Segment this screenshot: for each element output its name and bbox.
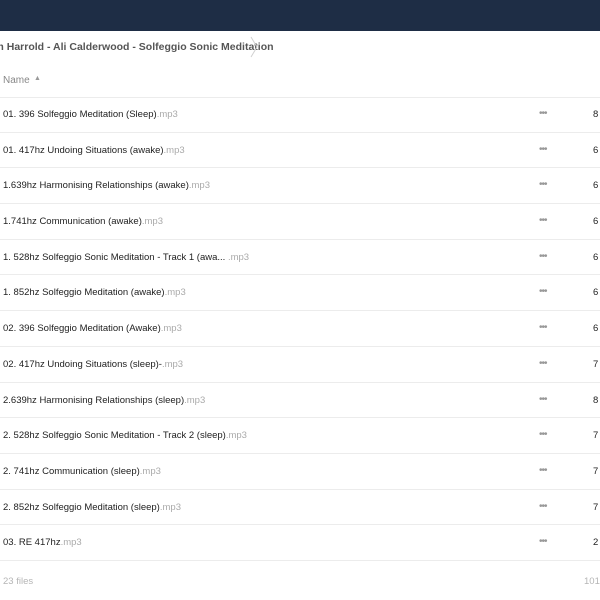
more-options-icon[interactable]: ••• xyxy=(539,429,547,440)
file-extension: .mp3 xyxy=(160,323,182,335)
file-name[interactable]: 2.639hz Harmonising Relationships (sleep… xyxy=(3,395,205,406)
total-size: 101 xyxy=(584,576,600,587)
file-row[interactable]: 2. 852hz Solfeggio Meditation (sleep).mp… xyxy=(0,490,600,526)
more-options-icon[interactable]: ••• xyxy=(539,501,547,512)
file-size: 6 xyxy=(593,287,599,299)
file-name-base: 2. 528hz Solfeggio Sonic Meditation - Tr… xyxy=(3,430,226,442)
file-size: 7 xyxy=(593,358,599,370)
file-row[interactable]: 2.639hz Harmonising Relationships (sleep… xyxy=(0,383,600,419)
file-size: 6 xyxy=(593,144,599,156)
file-extension: .mp3 xyxy=(139,465,161,477)
file-name-base: 2. 852hz Solfeggio Meditation (sleep) xyxy=(3,501,160,513)
file-row[interactable]: 1. 528hz Solfeggio Sonic Meditation - Tr… xyxy=(0,240,600,276)
file-name-base: 01. 396 Solfeggio Meditation (Sleep) xyxy=(3,109,157,120)
file-extension: .mp3 xyxy=(184,394,206,406)
file-extension: .mp3 xyxy=(60,537,82,549)
file-name[interactable]: 1. 528hz Solfeggio Sonic Meditation - Tr… xyxy=(3,252,249,263)
file-row[interactable]: 01. 417hz Undoing Situations (awake).mp3… xyxy=(0,133,600,169)
more-options-icon[interactable]: ••• xyxy=(539,465,547,476)
file-name[interactable]: 01. 396 Solfeggio Meditation (Sleep).mp3 xyxy=(3,109,178,120)
file-extension: .mp3 xyxy=(188,180,210,192)
file-row[interactable]: 1.639hz Harmonising Relationships (awake… xyxy=(0,168,600,205)
file-row[interactable]: 02. 396 Solfeggio Meditation (Awake).mp3… xyxy=(0,311,600,347)
file-name-base: 01. 417hz Undoing Situations (awake) xyxy=(3,144,164,156)
more-options-icon[interactable]: ••• xyxy=(539,108,547,119)
file-size: 6 xyxy=(593,251,599,263)
more-options-icon[interactable]: ••• xyxy=(539,322,547,333)
file-count: 23 files xyxy=(3,576,34,587)
file-list-header: Name ▲ xyxy=(0,63,600,98)
top-bar xyxy=(0,0,600,31)
file-extension: .mp3 xyxy=(225,430,247,442)
file-name[interactable]: 2. 528hz Solfeggio Sonic Meditation - Tr… xyxy=(3,430,247,441)
file-row[interactable]: 2. 741hz Communication (sleep).mp3 ••• 7 xyxy=(0,454,600,490)
more-options-icon[interactable]: ••• xyxy=(539,144,547,155)
more-options-icon[interactable]: ••• xyxy=(539,251,547,262)
file-size: 6 xyxy=(593,180,599,192)
more-options-icon[interactable]: ••• xyxy=(539,394,547,405)
file-list-footer: 23 files 101 xyxy=(0,570,600,600)
chevron-right-icon xyxy=(250,36,258,58)
file-name-base: 2. 741hz Communication (sleep) xyxy=(3,465,140,477)
file-row[interactable]: 2. 528hz Solfeggio Sonic Meditation - Tr… xyxy=(0,418,600,454)
more-options-icon[interactable]: ••• xyxy=(539,286,547,297)
file-name-base: 2.639hz Harmonising Relationships (sleep… xyxy=(3,394,185,406)
file-size: 7 xyxy=(593,501,599,513)
file-size: 7 xyxy=(593,430,599,442)
more-options-icon[interactable]: ••• xyxy=(539,179,547,190)
file-size: 8 xyxy=(593,394,599,406)
more-options-icon[interactable]: ••• xyxy=(539,215,547,226)
file-size: 6 xyxy=(593,323,599,335)
file-name-base: 03. RE 417hz xyxy=(3,537,61,549)
file-extension: .mp3 xyxy=(163,144,185,156)
file-size: 6 xyxy=(593,216,599,228)
file-name[interactable]: 2. 852hz Solfeggio Meditation (sleep).mp… xyxy=(3,502,181,513)
file-name-base: 1.639hz Harmonising Relationships (awake… xyxy=(3,180,189,192)
file-row[interactable]: 1.741hz Communication (awake).mp3 ••• 6 xyxy=(0,204,600,240)
file-name-base: 1. 852hz Solfeggio Meditation (awake) xyxy=(3,287,165,299)
sort-ascending-icon[interactable]: ▲ xyxy=(34,75,41,82)
file-row[interactable]: 03. RE 417hz.mp3 ••• 2 xyxy=(0,525,600,561)
file-size: 2 xyxy=(593,537,599,549)
file-row[interactable]: 02. 417hz Undoing Situations (sleep)-.mp… xyxy=(0,347,600,383)
file-list: 01. 396 Solfeggio Meditation (Sleep).mp3… xyxy=(0,97,600,561)
file-extension: .mp3 xyxy=(159,501,181,513)
file-extension: .mp3 xyxy=(141,216,163,228)
file-extension: .mp3 xyxy=(164,287,186,299)
file-name[interactable]: 01. 417hz Undoing Situations (awake).mp3 xyxy=(3,145,185,156)
file-name-base: 1. 528hz Solfeggio Sonic Meditation - Tr… xyxy=(3,251,226,263)
file-extension: .mp3 xyxy=(156,109,178,120)
file-extension: .mp3 xyxy=(161,358,184,370)
file-name[interactable]: 1.741hz Communication (awake).mp3 xyxy=(3,216,163,227)
file-name[interactable]: 02. 417hz Undoing Situations (sleep)-.mp… xyxy=(3,359,183,370)
file-extension: .mp3 xyxy=(225,251,250,263)
file-row[interactable]: 1. 852hz Solfeggio Meditation (awake).mp… xyxy=(0,275,600,312)
file-name-base: 1.741hz Communication (awake) xyxy=(3,216,142,228)
breadcrumb: nn Harrold - Ali Calderwood - Solfeggio … xyxy=(0,31,600,63)
file-name[interactable]: 03. RE 417hz.mp3 xyxy=(3,537,82,548)
file-size: 7 xyxy=(593,465,599,477)
file-name[interactable]: 02. 396 Solfeggio Meditation (Awake).mp3 xyxy=(3,323,182,334)
file-name[interactable]: 1.639hz Harmonising Relationships (awake… xyxy=(3,180,210,191)
more-options-icon[interactable]: ••• xyxy=(539,536,547,547)
file-row[interactable]: 01. 396 Solfeggio Meditation (Sleep).mp3… xyxy=(0,97,600,133)
more-options-icon[interactable]: ••• xyxy=(539,358,547,369)
file-size: 8 xyxy=(593,109,599,120)
file-name[interactable]: 2. 741hz Communication (sleep).mp3 xyxy=(3,466,161,477)
breadcrumb-current-folder[interactable]: nn Harrold - Ali Calderwood - Solfeggio … xyxy=(0,41,274,53)
file-name-base: 02. 396 Solfeggio Meditation (Awake) xyxy=(3,323,161,335)
column-header-name[interactable]: Name xyxy=(3,75,30,86)
file-name[interactable]: 1. 852hz Solfeggio Meditation (awake).mp… xyxy=(3,287,186,298)
file-name-base: 02. 417hz Undoing Situations (sleep)- xyxy=(3,358,162,370)
